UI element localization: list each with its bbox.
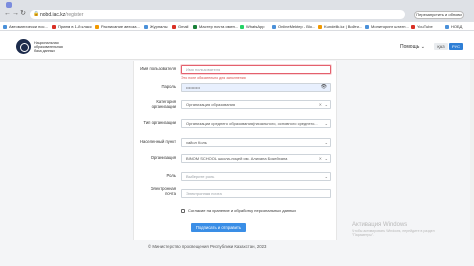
- bookmark-item[interactable]: Журналы: [144, 24, 167, 29]
- back-icon[interactable]: ←: [4, 10, 11, 17]
- copyright-text: © Министерство просвещения Республики Ка…: [148, 244, 267, 249]
- role-label: Роль: [166, 173, 176, 178]
- chevron-down-icon: ⌄: [324, 174, 328, 179]
- site-header: Национальная образовательная база данных…: [0, 31, 474, 60]
- chevron-down-icon: ⌄: [324, 102, 328, 107]
- scrollbar[interactable]: [470, 60, 474, 240]
- clear-icon[interactable]: ✕: [319, 155, 322, 162]
- lang-kz-button[interactable]: ҚАЗ: [434, 43, 448, 50]
- address-bar[interactable]: 🔒 nobd.iac.kz/register: [30, 10, 405, 19]
- bookmark-item[interactable]: ОnlineMektep - Blo...: [272, 24, 315, 29]
- lock-icon: 🔒: [33, 11, 40, 17]
- bookmark-item[interactable]: Gmail: [172, 24, 188, 29]
- username-input[interactable]: Имя пользователя: [181, 65, 331, 74]
- browser-toolbar: ← → ↻ 🔒 nobd.iac.kz/register Перезапусти…: [0, 0, 474, 22]
- organization-label: Организация: [150, 155, 176, 160]
- restart-update-button[interactable]: Перезапустить и обнови: [414, 11, 464, 19]
- password-label: Пароль: [161, 84, 176, 89]
- locality-select[interactable]: хайол Коль ⌄: [181, 138, 331, 147]
- email-label: Электронная почта: [150, 186, 176, 196]
- nobd-logo[interactable]: [16, 39, 31, 54]
- bookmark-item[interactable]: НОБД: [445, 24, 462, 29]
- url-text: nobd.iac.kz/register: [40, 12, 84, 18]
- bookmark-item[interactable]: Расписание автоза...: [95, 24, 140, 29]
- reload-icon[interactable]: ↻: [20, 10, 26, 17]
- org-category-label: Категория организации: [151, 99, 176, 109]
- bookmarks-bar: Автоматически пос... Прием в 1-й класс Р…: [0, 22, 474, 31]
- bookmark-item[interactable]: Прием в 1-й класс: [52, 24, 92, 29]
- username-error: Это поле обязательно для заполнения: [181, 76, 246, 80]
- bookmark-item[interactable]: Мониторинг штатн...: [365, 24, 409, 29]
- windows-activation-watermark: Активация Windows Чтобы активировать Win…: [352, 222, 435, 237]
- clear-icon[interactable]: ✕: [319, 101, 322, 108]
- role-select[interactable]: Выберите роль ⌄: [181, 172, 331, 181]
- org-type-select[interactable]: Организации среднего образования(начальн…: [181, 119, 331, 128]
- forward-icon[interactable]: →: [12, 10, 19, 17]
- bookmark-item[interactable]: WhatsApp: [240, 24, 264, 29]
- password-input[interactable]: •••••••••• 👁: [181, 83, 331, 92]
- bookmark-item[interactable]: YouTube: [411, 24, 433, 29]
- chevron-down-icon: ⌄: [324, 156, 328, 161]
- tab-favicon-icon[interactable]: [6, 2, 12, 8]
- chevron-down-icon: ⌄: [324, 121, 328, 126]
- organization-select[interactable]: BINOM SCHOOL школа-лицей им. Алихана Бок…: [181, 154, 331, 163]
- bookmark-item[interactable]: Мастер почта имен...: [193, 24, 238, 29]
- chevron-down-icon: ⌄: [324, 140, 328, 145]
- lang-ru-button[interactable]: РУС: [449, 43, 463, 50]
- username-label: Имя пользователя: [140, 66, 176, 71]
- org-type-label: Тип организации: [143, 120, 176, 125]
- locality-label: Населенный пункт: [139, 139, 176, 144]
- org-name: Национальная образовательная база данных: [34, 41, 63, 54]
- consent-checkbox[interactable]: Согласие на хранение и обработку персона…: [181, 208, 296, 213]
- chevron-down-icon: ⌄: [420, 44, 425, 50]
- bookmark-item[interactable]: Kundelik.kz | Войти...: [318, 24, 362, 29]
- email-input[interactable]: Электронная почта: [181, 189, 331, 198]
- org-category-select[interactable]: Организация образования ✕ ⌄: [181, 100, 331, 109]
- bookmark-item[interactable]: Автоматически пос...: [3, 24, 48, 29]
- checkbox-icon[interactable]: [181, 209, 185, 213]
- sign-and-submit-button[interactable]: Подписать и отправить: [191, 223, 246, 232]
- help-menu[interactable]: Помощь ⌄: [400, 44, 425, 50]
- eye-icon[interactable]: 👁: [321, 84, 327, 91]
